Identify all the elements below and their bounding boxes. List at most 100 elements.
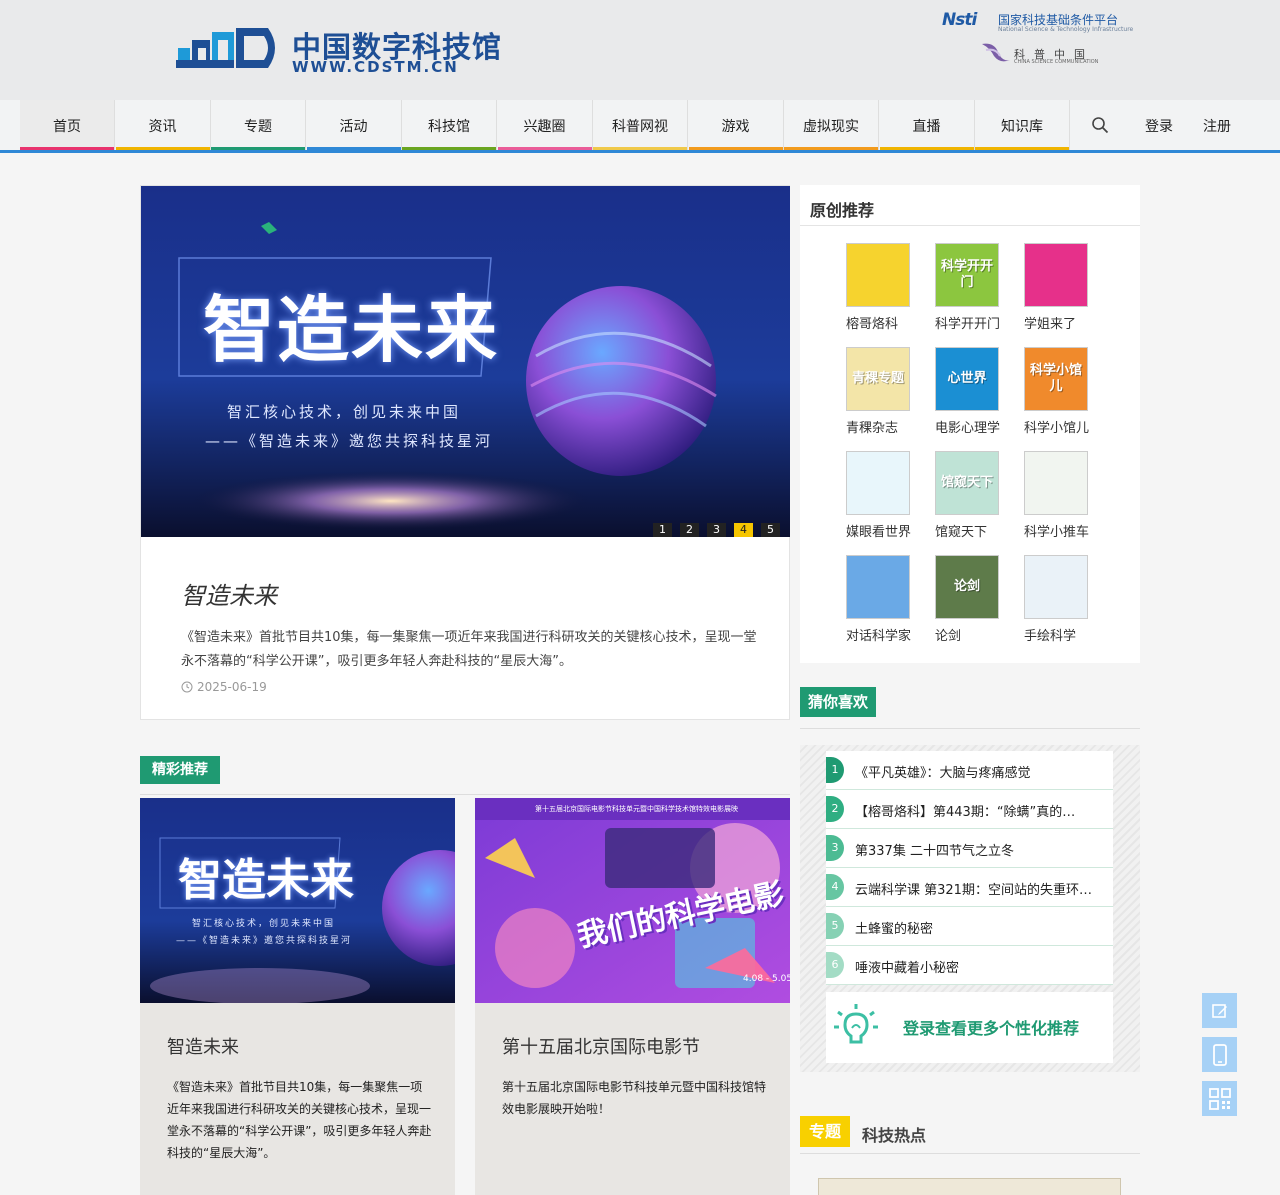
guess-list-item[interactable]: 1 《平凡英雄》：大脑与疼痛感觉 xyxy=(826,751,1113,790)
nav-item-color-bar xyxy=(306,147,401,150)
original-item[interactable]: 馆窥天下 馆窥天下 xyxy=(935,451,1015,546)
original-item[interactable]: 科学小推车 xyxy=(1024,451,1104,546)
register-link[interactable]: 注册 xyxy=(1203,116,1231,136)
original-item-thumbnail-text xyxy=(847,556,909,618)
original-item-name: 榕哥烙科 xyxy=(846,317,899,332)
partner-kepu-logo[interactable]: 科普中国 CHINA SCIENCE COMMUNICATION xyxy=(980,38,1120,66)
feedback-button[interactable] xyxy=(1202,993,1237,1028)
hero-banner-image[interactable]: 智造未来 智汇核心技术，创见未来中国 ——《智造未来》邀您共探科技星河 1234… xyxy=(141,186,790,537)
guess-list-item[interactable]: 4 云端科学课 第321期：空间站的失重环… xyxy=(826,868,1113,907)
original-item-thumbnail[interactable] xyxy=(1024,451,1088,515)
guess-login-prompt[interactable]: 登录查看更多个性化推荐 xyxy=(826,992,1113,1063)
guess-list-item[interactable]: 2 【榕哥烙科】第443期：“除螨”真的… xyxy=(826,790,1113,829)
original-recommend-title: 原创推荐 xyxy=(810,201,875,220)
hero-pagination-dot[interactable]: 5 xyxy=(761,523,780,537)
hero-card[interactable]: 智造未来 智汇核心技术，创见未来中国 ——《智造未来》邀您共探科技星河 1234… xyxy=(140,185,790,720)
guess-list-item[interactable]: 3 第337集 二十四节气之立冬 xyxy=(826,829,1113,868)
guess-item-title: 土蜂蜜的秘密 xyxy=(855,922,934,937)
original-item-thumbnail[interactable] xyxy=(1024,555,1088,619)
nav-item[interactable]: 科技馆 xyxy=(402,100,497,150)
original-item-thumbnail[interactable] xyxy=(846,451,910,515)
mobile-phone-icon xyxy=(1212,1043,1227,1066)
original-item-thumbnail[interactable] xyxy=(846,243,910,307)
original-item-thumbnail[interactable]: 科学开开门 xyxy=(935,243,999,307)
featured-card-1[interactable]: 智造未来 智汇核心技术，创见未来中国 ——《智造未来》邀您共探科技星河 智造未来… xyxy=(140,798,455,1195)
partner-nsti-logo[interactable]: Nsti 国家科技基础条件平台 National Science & Techn… xyxy=(942,8,1152,36)
original-item-name: 馆窥天下 xyxy=(935,525,988,540)
clock-icon xyxy=(181,681,193,693)
original-item[interactable]: 科学小馆儿 科学小馆儿 xyxy=(1024,347,1104,442)
original-item-thumbnail[interactable]: 论剑 xyxy=(935,555,999,619)
original-item-thumbnail[interactable]: 馆窥天下 xyxy=(935,451,999,515)
hero-pagination-dot[interactable]: 4 xyxy=(734,523,753,537)
site-logo[interactable]: 中国数字科技馆 WWW.CDSTM.CN xyxy=(176,22,506,78)
topic-title[interactable]: 科技热点 xyxy=(862,1122,926,1146)
nav-item-color-bar xyxy=(975,147,1069,150)
nav-item[interactable]: 专题 xyxy=(211,100,306,150)
guess-item-title: 【榕哥烙科】第443期：“除螨”真的… xyxy=(855,805,1076,820)
original-item-thumbnail[interactable]: 青稞专题 xyxy=(846,347,910,411)
original-item-name: 电影心理学 xyxy=(935,421,1001,436)
mobile-button[interactable] xyxy=(1202,1037,1237,1072)
guess-item-title: 云端科学课 第321期：空间站的失重环… xyxy=(855,883,1092,898)
original-item[interactable]: 心世界 电影心理学 xyxy=(935,347,1015,442)
original-item[interactable]: 青稞专题 青稞杂志 xyxy=(846,347,926,442)
original-item[interactable]: 学姐来了 xyxy=(1024,243,1104,338)
nav-item[interactable]: 科普网视 xyxy=(593,100,688,150)
login-link[interactable]: 登录 xyxy=(1145,116,1173,136)
original-item-thumbnail[interactable] xyxy=(846,555,910,619)
hero-pagination-dot[interactable]: 3 xyxy=(707,523,726,537)
nav-item[interactable]: 直播 xyxy=(879,100,975,150)
original-item[interactable]: 榕哥烙科 xyxy=(846,243,926,338)
featured-card-2-image[interactable]: 第十五届北京国际电影节科技单元暨中国科学技术馆特效电影展映 我们的科学电影 4.… xyxy=(475,798,790,1003)
original-item-thumbnail-text xyxy=(1025,452,1087,514)
nav-item[interactable]: 兴趣圈 xyxy=(497,100,593,150)
nav-item-label: 游戏 xyxy=(721,119,750,135)
featured-card-2-title[interactable]: 第十五届北京国际电影节 xyxy=(502,1033,700,1059)
qrcode-button[interactable] xyxy=(1202,1081,1237,1116)
nav-item[interactable]: 首页 xyxy=(20,100,115,150)
original-item-thumbnail-text: 心世界 xyxy=(947,371,987,386)
nav-item[interactable]: 活动 xyxy=(306,100,402,150)
hero-title[interactable]: 智造未来 xyxy=(181,576,277,611)
topic-thumbnail[interactable] xyxy=(818,1178,1121,1195)
featured-card-1-img-slogan2: ——《智造未来》邀您共探科技星河 xyxy=(176,936,353,946)
hero-banner-slogan1: 智汇核心技术，创见未来中国 xyxy=(227,403,462,421)
original-item-thumbnail-text: 科学开开门 xyxy=(940,259,993,290)
original-recommend-panel: 原创推荐 榕哥烙科 科学开开门 科学开开门 学姐来了 青稞专题 青稞杂志 心世界 电影心理学科… xyxy=(800,185,1140,663)
original-item[interactable]: 论剑 论剑 xyxy=(935,555,1015,650)
original-item[interactable]: 媒眼看世界 xyxy=(846,451,926,546)
original-item-thumbnail[interactable]: 科学小馆儿 xyxy=(1024,347,1088,411)
guess-rank-badge: 6 xyxy=(826,952,844,978)
nav-item-label: 科普网视 xyxy=(612,119,668,135)
hero-pagination-dot[interactable]: 2 xyxy=(680,523,699,537)
original-item-thumbnail[interactable]: 心世界 xyxy=(935,347,999,411)
featured-card-1-image[interactable]: 智造未来 智汇核心技术，创见未来中国 ——《智造未来》邀您共探科技星河 xyxy=(140,798,455,1003)
original-item[interactable]: 对话科学家 xyxy=(846,555,926,650)
featured-card-2[interactable]: 第十五届北京国际电影节科技单元暨中国科学技术馆特效电影展映 我们的科学电影 4.… xyxy=(475,798,790,1195)
guess-item-title: 唾液中藏着小秘密 xyxy=(855,961,960,976)
featured-label: 精彩推荐 xyxy=(140,756,220,784)
main-nav: 首页 资讯 专题 活动 科技馆 兴趣圈 科普网视 游戏 虚拟现实 直播 知识库 登录 注册 xyxy=(0,100,1280,153)
nav-item[interactable]: 游戏 xyxy=(688,100,784,150)
original-item-thumbnail[interactable] xyxy=(1024,243,1088,307)
nav-item[interactable]: 知识库 xyxy=(975,100,1070,150)
search-icon[interactable] xyxy=(1091,116,1109,134)
original-item-name: 对话科学家 xyxy=(846,629,912,644)
nav-item[interactable]: 虚拟现实 xyxy=(784,100,879,150)
original-item-name: 手绘科学 xyxy=(1024,629,1077,644)
guess-list-item[interactable]: 5 土蜂蜜的秘密 xyxy=(826,907,1113,946)
nav-item-color-bar xyxy=(688,147,783,150)
nav-item[interactable]: 资讯 xyxy=(115,100,211,150)
hero-pagination-dot[interactable]: 1 xyxy=(653,523,672,537)
original-item[interactable]: 科学开开门 科学开开门 xyxy=(935,243,1015,338)
topic-label[interactable]: 专题 xyxy=(800,1116,851,1147)
featured-card-1-img-title: 智造未来 xyxy=(178,855,354,906)
guess-list-item[interactable]: 6 唾液中藏着小秘密 xyxy=(826,946,1113,985)
nav-item-color-bar xyxy=(20,147,114,150)
featured-card-1-title[interactable]: 智造未来 xyxy=(167,1033,239,1059)
lightbulb-icon xyxy=(834,1004,878,1044)
original-item-thumbnail-text: 馆窥天下 xyxy=(940,475,993,490)
nav-item-label: 虚拟现实 xyxy=(803,119,859,135)
original-item[interactable]: 手绘科学 xyxy=(1024,555,1104,650)
